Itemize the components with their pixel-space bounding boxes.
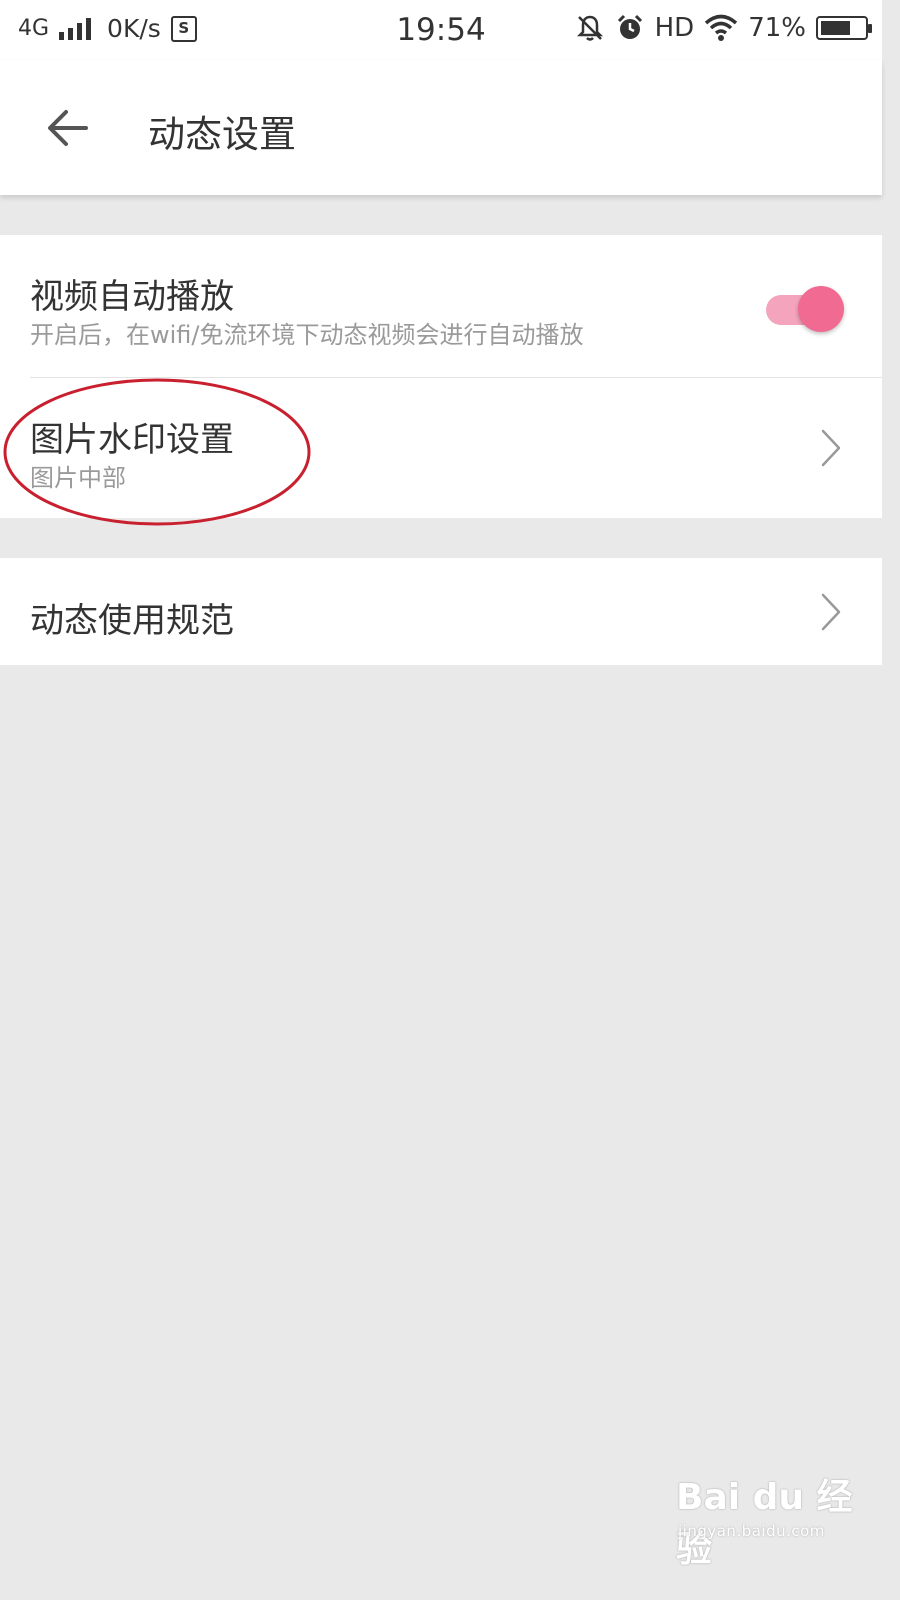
baidu-logo: Bai du 经验 bbox=[676, 1477, 853, 1570]
back-button[interactable] bbox=[42, 102, 94, 154]
toolbar: 动态设置 bbox=[0, 60, 882, 195]
settings-group-2: 动态使用规范 bbox=[0, 558, 882, 665]
battery-percent: 71% bbox=[748, 13, 806, 43]
setting-autoplay-subtitle: 开启后，在wifi/免流环境下动态视频会进行自动播放 bbox=[30, 321, 584, 349]
status-bar: 4G 0K/s S 19:54 HD 71% bbox=[0, 0, 882, 60]
setting-autoplay-title: 视频自动播放 bbox=[30, 277, 234, 317]
setting-watermark[interactable]: 图片水印设置 图片中部 bbox=[0, 378, 882, 518]
setting-watermark-subtitle: 图片中部 bbox=[30, 464, 126, 492]
page-title: 动态设置 bbox=[148, 113, 296, 156]
arrow-left-icon bbox=[48, 110, 88, 146]
baidu-url: jingyan.baidu.com bbox=[678, 1522, 825, 1540]
status-right: HD 71% bbox=[575, 13, 872, 43]
setting-guidelines[interactable]: 动态使用规范 bbox=[0, 558, 882, 665]
chevron-right-icon bbox=[821, 593, 841, 631]
alarm-icon bbox=[617, 14, 642, 39]
wifi-icon bbox=[705, 14, 738, 41]
settings-group-1: 视频自动播放 开启后，在wifi/免流环境下动态视频会进行自动播放 图片水印设置… bbox=[0, 235, 882, 518]
setting-guidelines-title: 动态使用规范 bbox=[30, 601, 234, 641]
hd-label: HD bbox=[654, 13, 695, 43]
baidu-watermark: Bai du 经验 jingyan.baidu.com bbox=[676, 1468, 856, 1570]
chevron-right-icon bbox=[821, 429, 841, 467]
autoplay-toggle[interactable] bbox=[766, 283, 846, 337]
battery-fill bbox=[821, 21, 850, 35]
battery-icon bbox=[816, 16, 872, 40]
toggle-knob bbox=[798, 286, 844, 332]
mute-icon bbox=[576, 15, 603, 41]
setting-autoplay[interactable]: 视频自动播放 开启后，在wifi/免流环境下动态视频会进行自动播放 bbox=[0, 235, 882, 378]
setting-watermark-title: 图片水印设置 bbox=[30, 420, 234, 460]
